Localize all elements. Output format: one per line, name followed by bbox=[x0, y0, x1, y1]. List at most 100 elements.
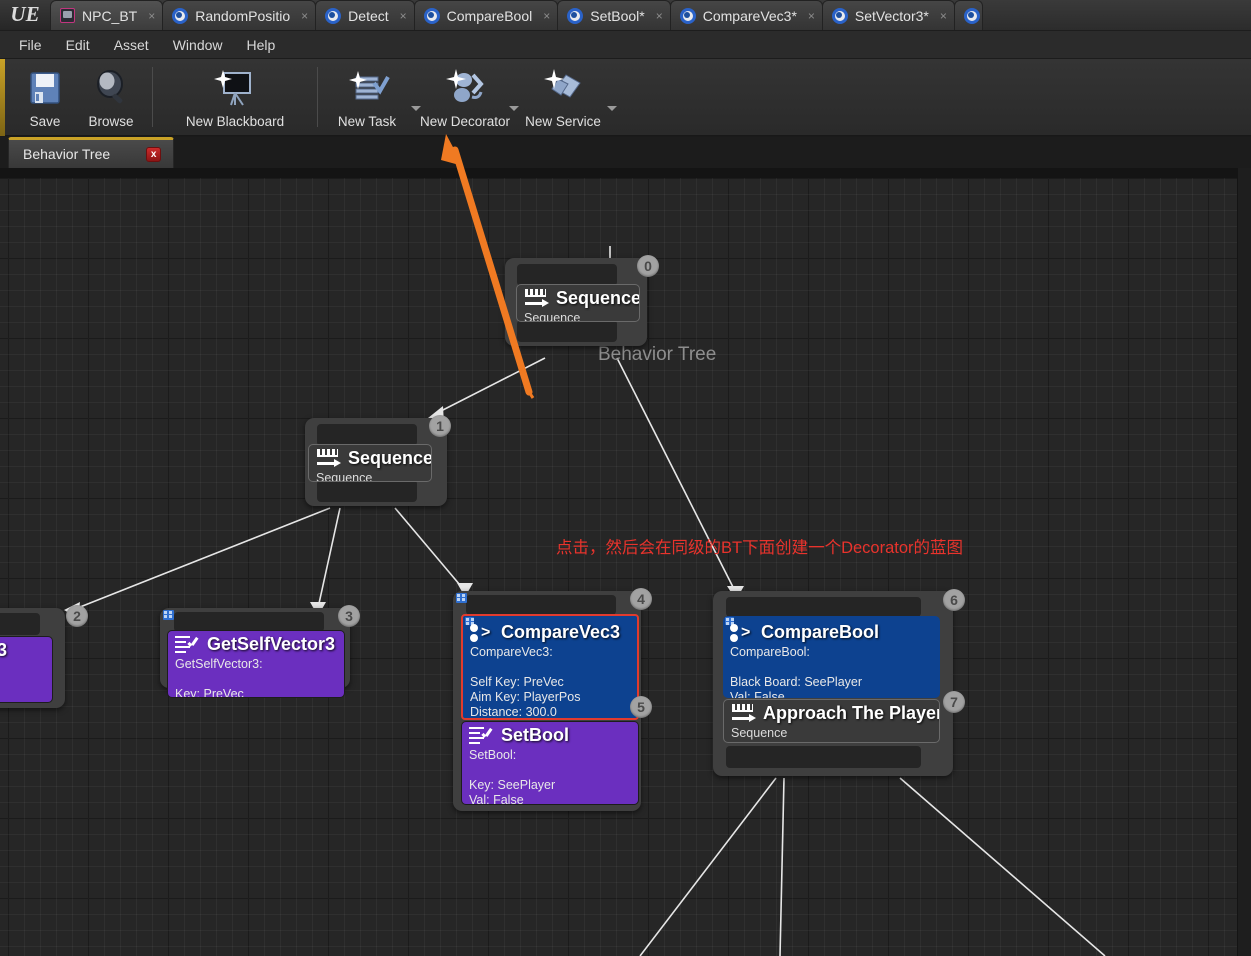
tab-label: RandomPositio bbox=[195, 7, 291, 24]
toolbar-group-new-items: New Task New Decorator New Service bbox=[322, 59, 624, 135]
node-title: GetSelfVector3 bbox=[175, 634, 337, 655]
canvas-right-rail[interactable] bbox=[1237, 168, 1251, 956]
new-decorator-dropdown-arrow[interactable] bbox=[506, 59, 522, 135]
sequence-icon bbox=[524, 288, 549, 309]
document-tab-row: Behavior Tree x bbox=[0, 137, 1251, 168]
menu-item-help[interactable]: Help bbox=[236, 33, 287, 57]
close-icon[interactable]: × bbox=[652, 9, 664, 23]
node-decorator-slot[interactable] bbox=[174, 612, 324, 632]
toolbar-accent-bar bbox=[0, 59, 5, 136]
graph-annotation-text: 点击，然后会在同级的BT下面创建一个Decorator的蓝图 bbox=[556, 539, 964, 557]
sequence-icon bbox=[316, 448, 341, 469]
new-blackboard-button[interactable]: New Blackboard bbox=[161, 59, 309, 135]
window-tab-detect[interactable]: Detect × bbox=[315, 0, 415, 30]
menu-item-edit[interactable]: Edit bbox=[55, 33, 101, 57]
blueprint-icon bbox=[679, 7, 696, 24]
toolbar-group-asset: Save Browse bbox=[8, 59, 148, 135]
browse-button[interactable]: Browse bbox=[78, 59, 144, 135]
close-icon[interactable]: × bbox=[297, 9, 309, 23]
node-index-badge: 1 bbox=[429, 415, 451, 437]
node-title: SetBool bbox=[469, 725, 631, 746]
node-subtitle: CompareBool: Black Board: SeePlayer Val:… bbox=[730, 645, 863, 698]
document-tab-label: Behavior Tree bbox=[23, 146, 111, 162]
blueprint-icon bbox=[831, 7, 848, 24]
floppy-disk-icon bbox=[25, 65, 65, 111]
button-label: New Decorator bbox=[419, 114, 511, 129]
unreal-logo-icon[interactable]: UE bbox=[0, 0, 50, 30]
node-title: ector3 bbox=[0, 640, 45, 661]
button-label: New Service bbox=[525, 114, 601, 129]
bt-node-sequence-child[interactable]: Sequence Sequence 1 bbox=[305, 415, 455, 506]
node-card-composite[interactable]: Sequence Sequence bbox=[308, 444, 432, 482]
node-decorator-slot[interactable] bbox=[517, 264, 617, 286]
node-subtitle: GetSelfVector3: Key: PreVec bbox=[175, 657, 263, 698]
bt-node-sequence-root[interactable]: Sequence Sequence 0 bbox=[505, 255, 659, 346]
unreal-behavior-tree-editor: UE NPC_BT × RandomPositio × Detect × Com… bbox=[0, 0, 1251, 956]
node-subtitle: CompareVec3: Self Key: PreVec Aim Key: P… bbox=[470, 645, 581, 719]
magnifier-icon bbox=[91, 65, 131, 111]
node-index-badge: 4 bbox=[630, 588, 652, 610]
task-icon bbox=[175, 635, 199, 655]
menu-bar: File Edit Asset Window Help bbox=[0, 31, 1251, 59]
node-service-slot[interactable] bbox=[317, 480, 417, 502]
node-decorator-slot[interactable] bbox=[0, 613, 40, 635]
save-button[interactable]: Save bbox=[12, 59, 78, 135]
bt-node-setbool-with-decorator[interactable]: > CompareVec3 CompareVec3: Self Key: Pre… bbox=[453, 588, 653, 816]
window-tab-npc-bt[interactable]: NPC_BT × bbox=[50, 0, 164, 30]
blueprint-icon bbox=[423, 7, 440, 24]
close-icon[interactable]: × bbox=[144, 9, 156, 23]
document-tab-behavior-tree[interactable]: Behavior Tree x bbox=[8, 137, 175, 168]
new-service-button[interactable]: New Service bbox=[522, 59, 604, 135]
node-card-composite-approach[interactable]: Approach The Player Sequence bbox=[723, 699, 940, 743]
close-icon[interactable]: × bbox=[936, 9, 948, 23]
bt-node-approach-with-decorator[interactable]: > CompareBool CompareBool: Black Board: … bbox=[713, 589, 965, 781]
window-tab-setbool[interactable]: SetBool* × bbox=[557, 0, 671, 30]
node-decorator-slot[interactable] bbox=[466, 595, 616, 615]
node-subtitle: Sequence bbox=[731, 726, 788, 740]
bt-node-partial-vector3[interactable]: ector3 2 bbox=[0, 605, 88, 708]
menu-item-file[interactable]: File bbox=[8, 33, 53, 57]
close-icon[interactable]: x bbox=[146, 146, 162, 162]
node-card-decorator-comparebool[interactable]: > CompareBool CompareBool: Black Board: … bbox=[723, 616, 940, 698]
new-task-button[interactable]: New Task bbox=[326, 59, 408, 135]
window-tab-comparebool[interactable]: CompareBool × bbox=[413, 0, 559, 30]
blackboard-pin-icon bbox=[456, 593, 467, 603]
node-card-composite[interactable]: Sequence Sequence bbox=[516, 284, 640, 322]
node-service-slot[interactable] bbox=[726, 746, 921, 768]
bt-node-getselfvector3[interactable]: GetSelfVector3 GetSelfVector3: Key: PreV… bbox=[160, 605, 360, 708]
window-tab-overflow[interactable] bbox=[953, 0, 983, 30]
tab-label: CompareVec3* bbox=[702, 7, 797, 24]
new-decorator-button[interactable]: New Decorator bbox=[420, 59, 510, 135]
node-decorator-slot[interactable] bbox=[726, 597, 921, 617]
node-service-slot[interactable] bbox=[517, 320, 617, 342]
window-tab-comparevec3[interactable]: CompareVec3* × bbox=[669, 0, 823, 30]
blackboard-icon bbox=[213, 65, 257, 111]
node-card-decorator-comparevec3[interactable]: > CompareVec3 CompareVec3: Self Key: Pre… bbox=[461, 614, 639, 720]
graph-watermark-title: Behavior Tree bbox=[598, 344, 717, 365]
node-decorator-slot[interactable] bbox=[317, 424, 417, 446]
node-index-badge: 3 bbox=[338, 605, 360, 627]
close-icon[interactable]: × bbox=[396, 9, 408, 23]
node-card-task-setbool[interactable]: SetBool SetBool: Key: SeePlayer Val: Fal… bbox=[461, 721, 639, 805]
decorator-icon: > bbox=[730, 623, 753, 643]
blackboard-pin-icon bbox=[163, 610, 174, 620]
tab-label: Detect bbox=[348, 7, 389, 24]
menu-item-window[interactable]: Window bbox=[162, 33, 234, 57]
behavior-tree-graph-canvas[interactable]: Behavior Tree 点击，然后会在同级的BT下面创建一个Decorato… bbox=[0, 168, 1251, 956]
button-label: Save bbox=[29, 114, 61, 129]
node-card-task[interactable]: GetSelfVector3 GetSelfVector3: Key: PreV… bbox=[167, 630, 345, 698]
window-tab-bar: UE NPC_BT × RandomPositio × Detect × Com… bbox=[0, 0, 1251, 31]
new-service-dropdown-arrow[interactable] bbox=[604, 59, 620, 135]
close-icon[interactable]: × bbox=[539, 9, 551, 23]
new-decorator-icon bbox=[442, 65, 488, 111]
toolbar-group-blackboard: New Blackboard bbox=[157, 59, 313, 135]
window-tab-randomposition[interactable]: RandomPositio × bbox=[162, 0, 317, 30]
node-title: Sequence bbox=[316, 448, 431, 469]
tab-label: NPC_BT bbox=[82, 7, 138, 24]
tab-label: CompareBool bbox=[446, 7, 533, 24]
node-card-task[interactable]: ector3 bbox=[0, 636, 53, 703]
new-service-icon bbox=[540, 65, 586, 111]
close-icon[interactable]: × bbox=[804, 9, 816, 23]
menu-item-asset[interactable]: Asset bbox=[103, 33, 160, 57]
window-tab-setvector3[interactable]: SetVector3* × bbox=[821, 0, 955, 30]
